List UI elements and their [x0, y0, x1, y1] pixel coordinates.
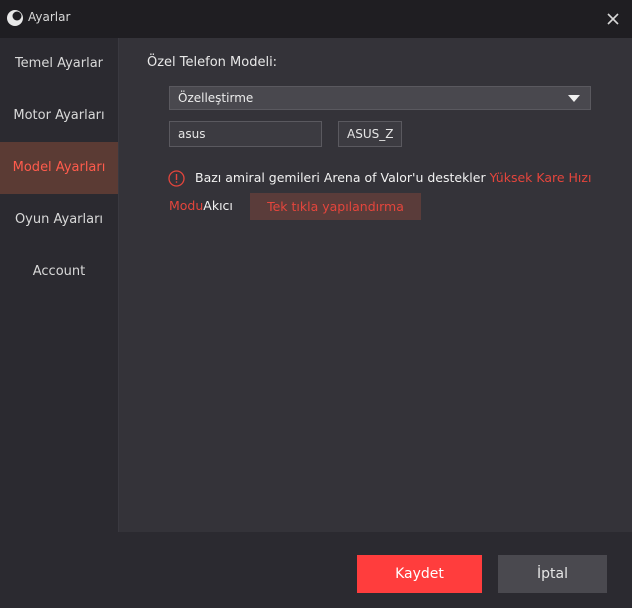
sidebar-item-oyun-ayarlari[interactable]: Oyun Ayarları [0, 194, 118, 246]
high-fps-mode-link-cont[interactable]: Modu [169, 198, 203, 213]
window-title: Ayarlar [28, 10, 71, 24]
sidebar-item-label: Oyun Ayarları [14, 212, 104, 227]
custom-phone-model-label: Özel Telefon Modeli: [147, 55, 278, 70]
cancel-button[interactable]: İptal [498, 555, 607, 593]
notice-text: Bazı amiral gemileri Arena of Valor'u de… [195, 170, 486, 185]
phone-model-select-value: Özelleştirme [178, 91, 254, 105]
chevron-down-icon [568, 95, 580, 102]
close-icon[interactable] [602, 8, 624, 30]
sidebar-item-motor-ayarlari[interactable]: Motor Ayarları [0, 90, 118, 142]
model-input[interactable] [338, 121, 402, 147]
smooth-label: Akıcı [203, 198, 233, 213]
sidebar-item-label: Model Ayarları [12, 160, 106, 175]
notice-text-line1: Bazı amiral gemileri Arena of Valor'u de… [195, 170, 591, 185]
save-button[interactable]: Kaydet [357, 555, 482, 593]
settings-content: Özel Telefon Modeli: Özelleştirme Bazı a… [119, 38, 632, 532]
title-bar: Ayarlar [0, 0, 632, 38]
settings-sidebar: Temel Ayarlar Motor Ayarları Model Ayarl… [0, 38, 119, 532]
phone-model-select[interactable]: Özelleştirme [169, 86, 591, 110]
dialog-footer: Kaydet İptal [0, 532, 632, 608]
sidebar-item-label: Temel Ayarlar [14, 56, 104, 71]
notice-text-line2: ModuAkıcı [169, 198, 233, 213]
sidebar-item-model-ayarlari[interactable]: Model Ayarları [0, 142, 118, 194]
settings-window: Ayarlar Temel Ayarlar Motor Ayarları Mod… [0, 0, 632, 608]
sidebar-item-temel-ayarlar[interactable]: Temel Ayarlar [0, 38, 118, 90]
sidebar-item-label: Motor Ayarları [13, 108, 105, 123]
sidebar-item-label: Account [32, 264, 86, 279]
high-fps-mode-link[interactable]: Yüksek Kare Hızı [490, 170, 592, 185]
app-logo-icon [7, 10, 23, 26]
brand-input[interactable] [169, 121, 322, 147]
sidebar-item-account[interactable]: Account [0, 246, 118, 298]
one-click-configure-button[interactable]: Tek tıkla yapılandırma [250, 193, 421, 220]
warning-circle-icon [168, 170, 185, 187]
